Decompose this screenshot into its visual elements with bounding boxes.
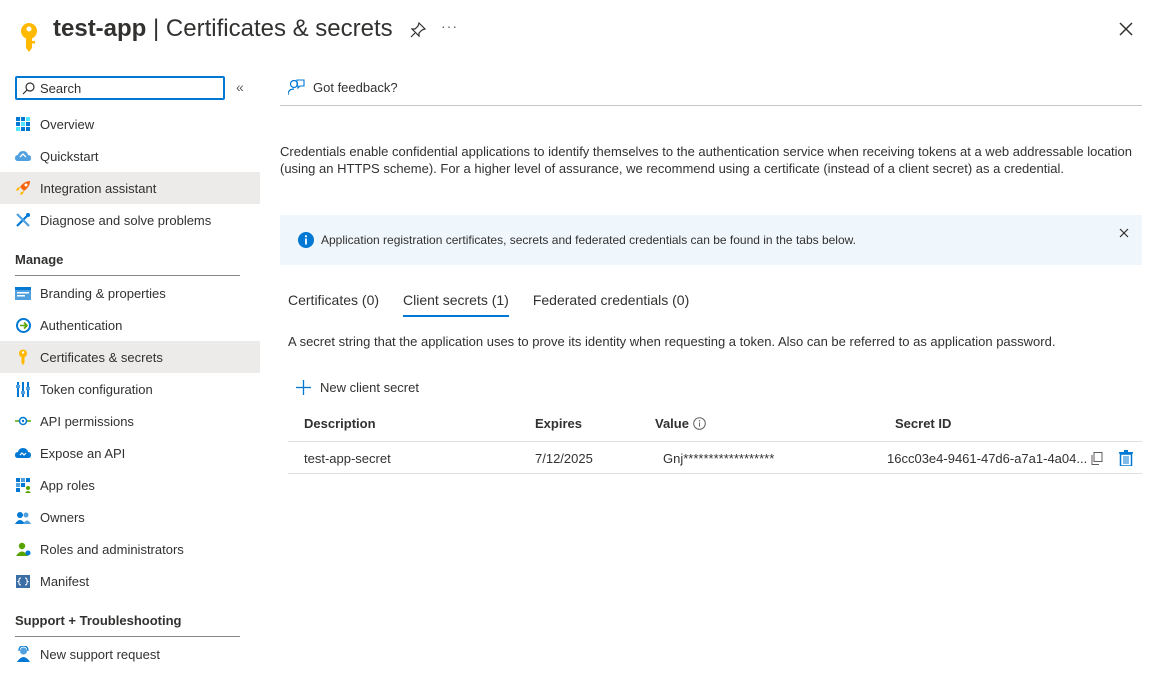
cloud-icon [15,445,31,461]
column-header-expires: Expires [535,416,582,431]
support-heading: Support + Troubleshooting [15,613,182,628]
sidebar-item-label: Diagnose and solve problems [40,212,212,228]
client-secrets-description: A secret string that the application use… [288,334,1056,349]
overview-icon [15,116,31,132]
credentials-tabs: Certificates (0) Client secrets (1) Fede… [288,292,713,317]
sidebar-item-roles-administrators[interactable]: Roles and administrators [0,533,260,565]
sidebar-item-label: Overview [40,116,95,132]
manage-heading: Manage [15,252,64,267]
new-client-secret-button[interactable]: New client secret [296,380,419,395]
sidebar-item-label: Authentication [40,317,123,333]
key-icon [15,349,31,365]
sidebar-item-integration-assistant[interactable]: Integration assistant [0,172,260,204]
add-icon [296,380,311,395]
breadcrumb [15,0,205,4]
roles-icon [15,541,31,557]
manifest-icon [15,573,31,589]
feedback-label: Got feedback? [313,80,398,95]
sidebar-item-certificates-secrets[interactable]: Certificates & secrets [0,341,260,373]
secret-id: 16cc03e4-9461-47d6-a7a1-4a04... [887,451,1088,466]
sidebar-item-label: API permissions [40,413,134,429]
secret-expires: 7/12/2025 [535,451,593,466]
info-banner: Application registration certificates, s… [280,215,1142,265]
feedback-button[interactable]: Got feedback? [288,79,398,96]
sidebar-item-label: Quickstart [40,148,99,164]
value-info-icon[interactable] [693,417,706,430]
delete-icon[interactable] [1119,450,1133,466]
column-header-value-label: Value [655,416,689,431]
quickstart-icon [15,148,31,164]
sidebar-item-expose-api[interactable]: Expose an API [0,437,260,469]
sidebar-item-label: App roles [40,477,95,493]
sidebar-item-label: New support request [40,646,160,662]
sidebar-item-app-roles[interactable]: App roles [0,469,260,501]
owners-icon [15,509,31,525]
sidebar-item-quickstart[interactable]: Quickstart [0,140,260,172]
rocket-icon [15,180,31,196]
command-bar-divider [280,105,1142,106]
sidebar-item-label: Certificates & secrets [40,349,163,365]
sidebar-item-token-configuration[interactable]: Token configuration [0,373,260,405]
collapse-sidebar-button[interactable]: « [236,79,244,95]
app-key-icon [21,23,37,52]
sidebar-item-api-permissions[interactable]: API permissions [0,405,260,437]
sidebar-item-diagnose[interactable]: Diagnose and solve problems [0,204,260,236]
info-icon [298,232,314,248]
sidebar-item-branding[interactable]: Branding & properties [0,277,260,309]
sidebar: « Overview Quickstart Integration assist… [0,70,260,679]
secret-value: Gnj****************** [663,451,775,466]
column-header-secret-id: Secret ID [895,416,952,431]
column-header-description: Description [304,416,376,431]
sidebar-item-owners[interactable]: Owners [0,501,260,533]
authentication-icon [15,317,31,333]
info-message: Application registration certificates, s… [321,233,856,247]
api-permissions-icon [15,413,31,429]
dismiss-banner-icon[interactable] [1118,227,1130,239]
page-header: test-app | Certificates & secrets ··· [0,0,1158,62]
tab-client-secrets[interactable]: Client secrets (1) [403,292,509,317]
support-icon [15,646,31,662]
feedback-icon [288,79,305,96]
table-row: test-app-secret 7/12/2025 Gnj***********… [288,442,1142,474]
pin-icon[interactable] [408,20,428,40]
copy-icon[interactable] [1091,452,1103,465]
search-icon [22,81,35,94]
sidebar-item-label: Roles and administrators [40,541,184,557]
page-title: test-app | Certificates & secrets [53,14,393,44]
more-options-button[interactable]: ··· [441,18,458,34]
title-separator: | [146,15,166,42]
branding-icon [15,285,31,301]
search-box[interactable] [15,76,225,100]
sidebar-item-label: Expose an API [40,445,126,461]
column-header-value: Value [655,416,706,431]
sidebar-item-label: Owners [40,509,85,525]
blade-title: Certificates & secrets [165,15,393,42]
sidebar-item-manifest[interactable]: Manifest [0,565,260,597]
token-icon [15,381,31,397]
sidebar-item-label: Branding & properties [40,285,166,301]
sidebar-item-authentication[interactable]: Authentication [0,309,260,341]
close-icon[interactable] [1115,18,1137,40]
wrench-icon [15,212,31,228]
sidebar-item-label: Integration assistant [40,180,157,196]
new-client-secret-label: New client secret [320,380,419,395]
divider [15,636,240,637]
sidebar-item-overview[interactable]: Overview [0,108,260,140]
search-input[interactable] [40,80,210,96]
sidebar-item-label: Manifest [40,573,90,589]
app-name: test-app [53,15,147,42]
sidebar-item-label: Token configuration [40,381,153,397]
app-roles-icon [15,477,31,493]
tab-certificates[interactable]: Certificates (0) [288,292,379,317]
tab-federated-credentials[interactable]: Federated credentials (0) [533,292,689,317]
credentials-description: Credentials enable confidential applicat… [280,144,1133,176]
sidebar-item-new-support-request[interactable]: New support request [0,638,260,670]
divider [15,275,240,276]
secret-description: test-app-secret [304,451,391,466]
